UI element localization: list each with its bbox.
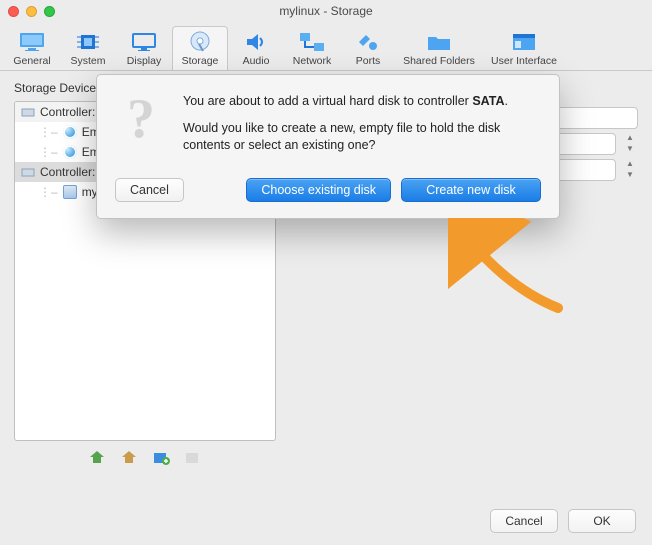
tab-label: Shared Folders [403, 55, 475, 67]
tab-display[interactable]: Display [116, 26, 172, 70]
remove-attachment-icon[interactable] [184, 449, 202, 465]
add-controller-icon[interactable] [88, 449, 106, 465]
controller-icon [21, 165, 35, 179]
ok-button[interactable]: OK [568, 509, 636, 533]
tab-storage[interactable]: Storage [172, 26, 228, 70]
question-icon: ? [115, 93, 167, 145]
tab-ports[interactable]: Ports [340, 26, 396, 70]
modal-line1c: . [504, 94, 507, 108]
tab-label: Display [127, 55, 161, 67]
cancel-button[interactable]: Cancel [490, 509, 558, 533]
modal-controller-name: SATA [472, 94, 504, 108]
modal-buttons: Cancel Choose existing disk Create new d… [115, 178, 541, 202]
optical-disc-icon [63, 125, 77, 139]
stepper-icon[interactable]: ▲▼ [622, 159, 638, 181]
chip-icon [74, 31, 102, 53]
tab-shared-folders[interactable]: Shared Folders [396, 26, 482, 70]
ports-icon [354, 31, 382, 53]
tab-label: Ports [356, 55, 381, 67]
display-icon [130, 31, 158, 53]
harddisk-icon [186, 31, 214, 53]
dialog-footer: Cancel OK [490, 509, 636, 533]
controller-icon [21, 105, 35, 119]
monitor-icon [18, 31, 46, 53]
modal-line2: Would you like to create a new, empty fi… [183, 120, 541, 154]
tab-network[interactable]: Network [284, 26, 340, 70]
tab-general[interactable]: General [4, 26, 60, 70]
modal-cancel-button[interactable]: Cancel [115, 178, 184, 202]
settings-toolbar: General System Display Storage Audio Net… [0, 22, 652, 71]
optical-disc-icon [63, 145, 77, 159]
ui-icon [510, 31, 538, 53]
tree-branch-icon: ⋮– [39, 125, 58, 139]
tab-label: System [70, 55, 105, 67]
tab-system[interactable]: System [60, 26, 116, 70]
storage-action-bar [14, 441, 276, 471]
tab-label: Network [293, 55, 332, 67]
window-title: mylinux - Storage [0, 4, 652, 18]
titlebar: mylinux - Storage [0, 0, 652, 22]
modal-line1a: You are about to add a virtual hard disk… [183, 94, 472, 108]
modal-message: You are about to add a virtual hard disk… [183, 93, 541, 164]
choose-existing-disk-button[interactable]: Choose existing disk [246, 178, 391, 202]
tab-label: Audio [243, 55, 270, 67]
tab-label: User Interface [491, 55, 557, 67]
tab-user-interface[interactable]: User Interface [482, 26, 566, 70]
speaker-icon [242, 31, 270, 53]
remove-controller-icon[interactable] [120, 449, 138, 465]
tab-label: General [13, 55, 50, 67]
network-icon [298, 31, 326, 53]
hard-disk-icon [63, 185, 77, 199]
tab-label: Storage [182, 55, 219, 67]
add-attachment-icon[interactable] [152, 449, 170, 465]
add-disk-modal: ? You are about to add a virtual hard di… [96, 74, 560, 219]
create-new-disk-button[interactable]: Create new disk [401, 178, 541, 202]
stepper-icon[interactable]: ▲▼ [622, 133, 638, 155]
tree-branch-icon: ⋮– [39, 145, 58, 159]
folder-icon [425, 31, 453, 53]
tree-branch-icon: ⋮– [39, 185, 58, 199]
tab-audio[interactable]: Audio [228, 26, 284, 70]
